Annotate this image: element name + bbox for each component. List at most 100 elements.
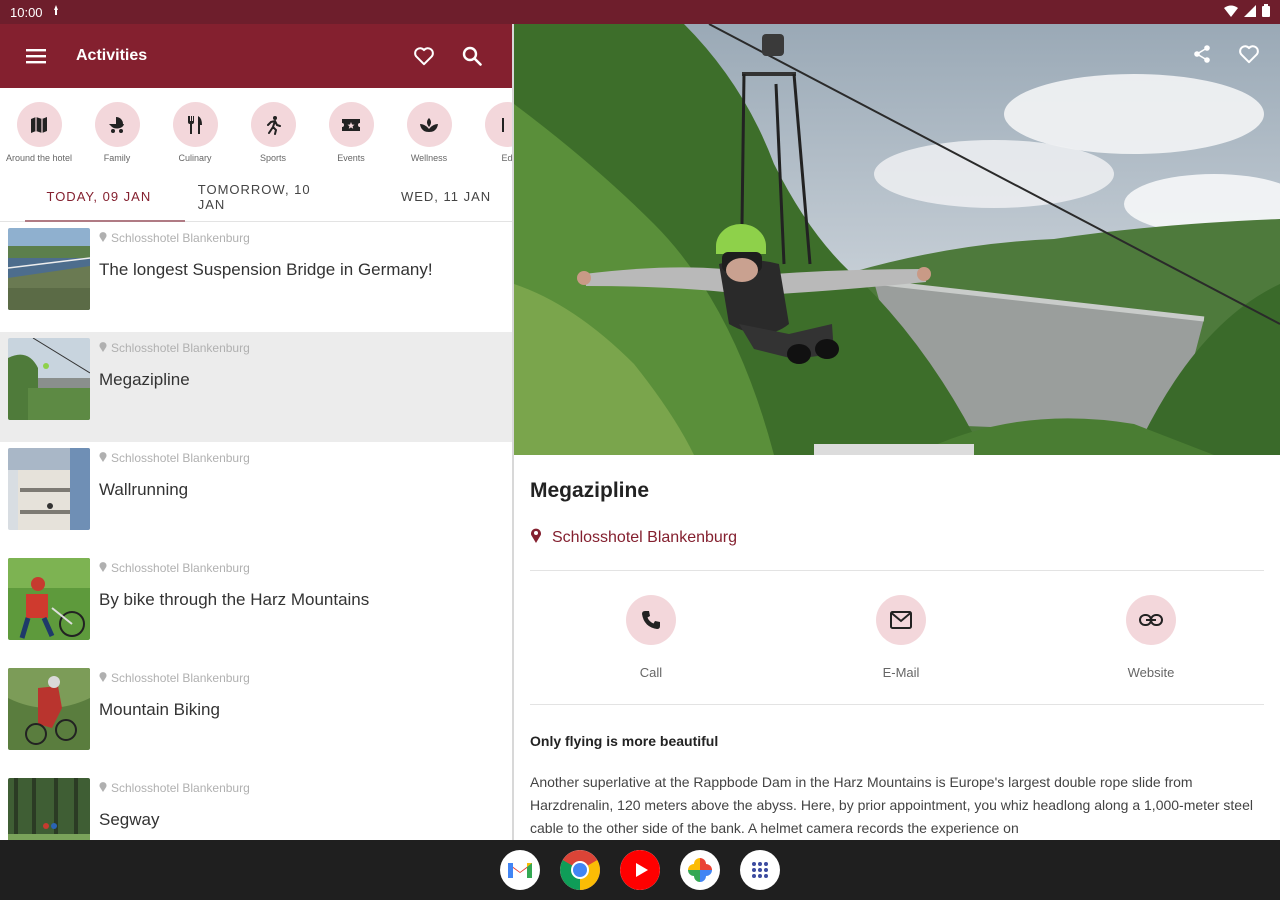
- menu-button[interactable]: [20, 36, 52, 76]
- category-wellness[interactable]: Wellness: [390, 102, 468, 163]
- status-bar: 10:00: [0, 0, 1280, 24]
- activity-title: Mountain Biking: [99, 700, 220, 719]
- clock: 10:00: [10, 4, 43, 20]
- activity-title: By bike through the Harz Mountains: [99, 590, 370, 609]
- date-tabs: TODAY, 09 JAN TOMORROW, 10 JAN WED, 11 J…: [0, 172, 512, 222]
- activity-row[interactable]: Schlosshotel Blankenburg Segway: [0, 772, 512, 840]
- location-pin-icon: [99, 451, 107, 465]
- running-icon: [250, 102, 296, 147]
- activity-location: Schlosshotel Blankenburg: [111, 451, 250, 465]
- search-icon: [462, 46, 482, 66]
- activity-row[interactable]: Schlosshotel Blankenburg The longest Sus…: [0, 222, 512, 332]
- activity-row[interactable]: Schlosshotel Blankenburg By bike through…: [0, 552, 512, 662]
- hero-image: [514, 24, 1280, 455]
- phone-icon: [626, 595, 676, 645]
- battery-icon: [1262, 4, 1270, 20]
- photos-app[interactable]: [680, 850, 720, 890]
- location-pin-icon: [530, 527, 542, 548]
- activities-list-pane: Activities Around the hotel Family Culin…: [0, 24, 512, 840]
- map-icon: [16, 102, 62, 147]
- notification-icon: [51, 4, 61, 20]
- gmail-app[interactable]: [500, 850, 540, 890]
- email-label: E-Mail: [882, 665, 920, 680]
- activity-thumbnail: [8, 668, 90, 750]
- website-label: Website: [1127, 665, 1175, 680]
- activity-detail-pane: Megazipline Schlosshotel Blankenburg Cal…: [514, 24, 1280, 840]
- activity-thumbnail: [8, 228, 90, 310]
- location-pin-icon: [99, 231, 107, 245]
- activity-thumbnail: [8, 558, 90, 640]
- location-pin-icon: [99, 781, 107, 795]
- activity-title: Megazipline: [99, 370, 190, 389]
- email-button[interactable]: E-Mail: [876, 595, 926, 680]
- activity-list: Schlosshotel Blankenburg The longest Sus…: [0, 222, 512, 840]
- divider: [530, 704, 1264, 705]
- category-around-the-hotel[interactable]: Around the hotel: [0, 102, 78, 163]
- location-pin-icon: [99, 671, 107, 685]
- app-bar: Activities: [0, 24, 512, 88]
- category-sports[interactable]: Sports: [234, 102, 312, 163]
- activity-thumbnail: [8, 448, 90, 530]
- category-label: Family: [103, 153, 131, 163]
- activity-row-selected[interactable]: Schlosshotel Blankenburg Megazipline: [0, 332, 512, 442]
- mail-icon: [876, 595, 926, 645]
- location-pin-icon: [99, 561, 107, 575]
- app-launcher[interactable]: [740, 850, 780, 890]
- activity-title: Wallrunning: [99, 480, 189, 499]
- activity-title: Segway: [99, 810, 160, 829]
- chrome-app[interactable]: [560, 850, 600, 890]
- category-events[interactable]: Events: [312, 102, 390, 163]
- activity-thumbnail: [8, 778, 90, 840]
- category-culinary[interactable]: Culinary: [156, 102, 234, 163]
- share-button[interactable]: [1192, 44, 1212, 69]
- cutlery-icon: [172, 102, 218, 147]
- category-more[interactable]: Ed: [468, 102, 512, 163]
- tab-wednesday[interactable]: WED, 11 JAN: [320, 172, 512, 221]
- category-label: Wellness: [410, 153, 448, 163]
- activity-row[interactable]: Schlosshotel Blankenburg Mountain Biking: [0, 662, 512, 772]
- activity-row[interactable]: Schlosshotel Blankenburg Wallrunning: [0, 442, 512, 552]
- call-label: Call: [639, 665, 663, 680]
- activity-location: Schlosshotel Blankenburg: [111, 341, 250, 355]
- detail-subtitle: Only flying is more beautiful: [530, 733, 719, 749]
- activity-location: Schlosshotel Blankenburg: [111, 561, 250, 575]
- wifi-icon: [1224, 5, 1238, 20]
- detail-location[interactable]: Schlosshotel Blankenburg: [530, 527, 1264, 548]
- category-label: Sports: [259, 153, 286, 163]
- tab-today[interactable]: TODAY, 09 JAN: [0, 172, 198, 221]
- signal-icon: [1244, 4, 1256, 20]
- detail-title: Megazipline: [530, 479, 650, 502]
- app-title: Activities: [76, 47, 148, 64]
- heart-icon: [414, 47, 434, 66]
- category-icon: [484, 102, 512, 147]
- detail-location-text: Schlosshotel Blankenburg: [552, 528, 738, 546]
- search-button[interactable]: [452, 36, 492, 76]
- ticket-icon: [328, 102, 374, 147]
- youtube-app[interactable]: [620, 850, 660, 890]
- website-button[interactable]: Website: [1126, 595, 1176, 680]
- heart-icon: [1239, 45, 1259, 64]
- detail-description: Another superlative at the Rappbode Dam …: [530, 774, 1253, 836]
- favorite-button[interactable]: [1238, 44, 1260, 69]
- app-grid-icon: [752, 862, 768, 878]
- activity-location: Schlosshotel Blankenburg: [111, 671, 250, 685]
- youtube-icon: [620, 850, 660, 890]
- link-icon: [1126, 595, 1176, 645]
- tab-tomorrow[interactable]: TOMORROW, 10 JAN: [198, 172, 320, 221]
- taskbar: [0, 840, 1280, 900]
- activity-location: Schlosshotel Blankenburg: [111, 781, 250, 795]
- share-icon: [1194, 45, 1210, 63]
- category-family[interactable]: Family: [78, 102, 156, 163]
- favorites-button[interactable]: [404, 36, 444, 76]
- stroller-icon: [94, 102, 140, 147]
- category-label: Around the hotel: [5, 153, 73, 163]
- location-pin-icon: [99, 341, 107, 355]
- activity-location: Schlosshotel Blankenburg: [111, 231, 250, 245]
- activity-thumbnail: [8, 338, 90, 420]
- detail-content: Megazipline Schlosshotel Blankenburg Cal…: [514, 479, 1280, 840]
- call-button[interactable]: Call: [626, 595, 676, 680]
- category-label: Ed: [501, 153, 512, 163]
- gmail-icon: [508, 863, 532, 878]
- activity-title: The longest Suspension Bridge in Germany…: [99, 260, 433, 279]
- category-strip: Around the hotel Family Culinary Sports …: [0, 88, 512, 172]
